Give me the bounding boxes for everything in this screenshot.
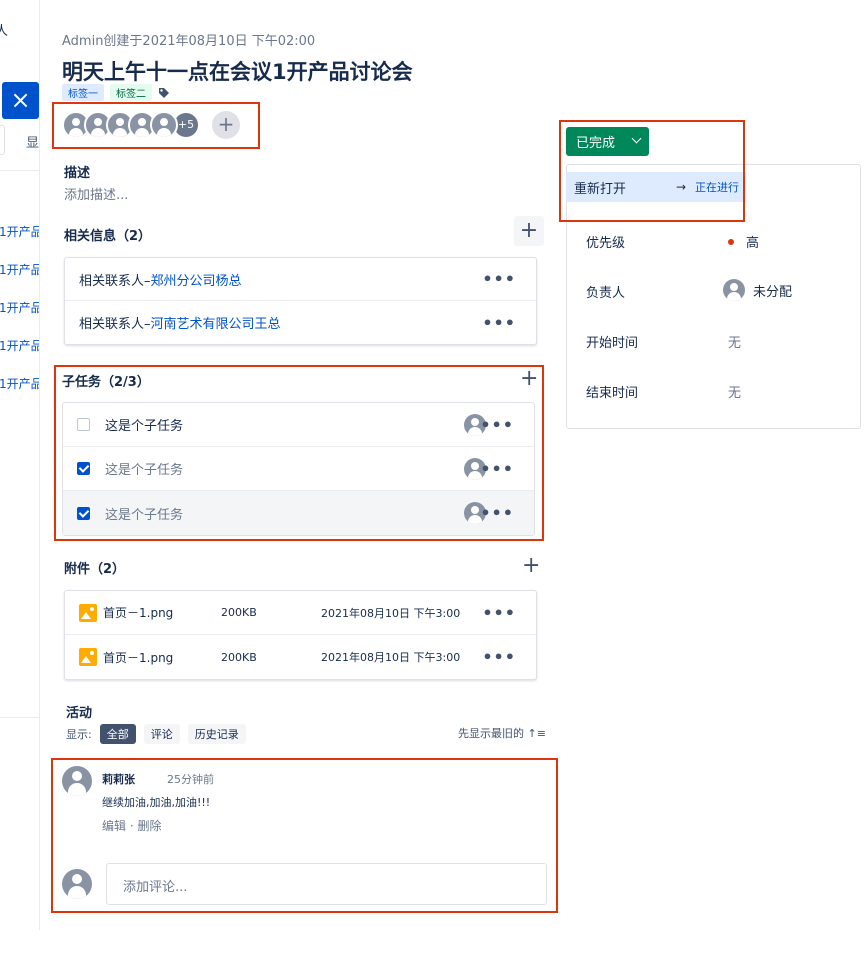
- more-icon[interactable]: •••: [480, 504, 514, 523]
- attachments-label: 附件（2）: [64, 562, 126, 577]
- subtask-text: 这是个子任务: [105, 419, 184, 434]
- background-row[interactable]: 1开产品: [0, 375, 39, 392]
- subtask-row[interactable]: 这是个子任务 •••: [63, 447, 534, 491]
- background-row[interactable]: 1开产品: [0, 337, 39, 354]
- comment-body: 继续加油,加油,加油!!!: [102, 796, 211, 809]
- avatar: [723, 279, 745, 301]
- more-icon[interactable]: •••: [482, 648, 516, 667]
- subtask-row[interactable]: 这是个子任务 •••: [63, 491, 534, 535]
- attachment-size: 200KB: [221, 606, 257, 619]
- divider: [0, 717, 39, 718]
- priority-value: 高: [746, 236, 760, 251]
- description-field[interactable]: 添加描述...: [64, 184, 128, 203]
- tag-icon[interactable]: [158, 87, 170, 99]
- priority-field[interactable]: 高: [728, 232, 759, 251]
- attachment-date: 2021年08月10日 下午3:00: [321, 606, 461, 620]
- related-prefix: 相关联系人–: [79, 273, 151, 289]
- background-input[interactable]: [0, 125, 5, 155]
- show-label: 显示:: [66, 728, 92, 741]
- attachment-name[interactable]: 首页－1.png: [103, 649, 221, 666]
- end-time-label: 结束时间: [586, 386, 639, 401]
- assignee-value: 未分配: [753, 284, 793, 300]
- divider: [0, 170, 39, 171]
- add-related-button[interactable]: +: [514, 216, 544, 246]
- comment-actions[interactable]: 编辑 · 删除: [102, 817, 161, 834]
- subtask-checkbox[interactable]: [77, 462, 90, 475]
- activity-label: 活动: [66, 706, 93, 721]
- end-time-value[interactable]: 无: [728, 382, 741, 401]
- priority-high-icon: [728, 238, 734, 245]
- related-link[interactable]: 郑州分公司杨总: [151, 270, 242, 289]
- add-subtask-button[interactable]: +: [520, 368, 538, 390]
- sort-button[interactable]: 先显示最旧的 ↑≡: [458, 725, 546, 741]
- description-label: 描述: [64, 166, 91, 181]
- background-row[interactable]: 1开产品: [0, 299, 39, 316]
- filter-history-button[interactable]: 历史记录: [187, 724, 246, 744]
- task-detail-panel: Admin创建于2021年08月10日 下午02:00 明天上午十一点在会议1开…: [40, 0, 865, 959]
- background-show-label: 显: [26, 136, 40, 151]
- background-row[interactable]: 1开产品: [0, 261, 39, 278]
- highlight-box: [559, 120, 745, 222]
- subtask-checkbox[interactable]: [77, 506, 90, 520]
- tag-list: 标签一 标签二: [62, 84, 170, 101]
- close-button[interactable]: ×: [2, 82, 39, 119]
- background-panel: 系人 × 显 1开产品 1开产品 1开产品 1开产品 1开产品: [0, 0, 40, 930]
- attachment-row[interactable]: 首页－1.png 200KB 2021年08月10日 下午3:00 •••: [65, 635, 536, 679]
- avatar: [62, 869, 92, 899]
- subtasks-label: 子任务（2/3）: [62, 375, 150, 390]
- tag[interactable]: 标签一: [62, 84, 104, 101]
- filter-comments-button[interactable]: 评论: [143, 724, 180, 744]
- more-icon[interactable]: •••: [482, 603, 516, 622]
- more-icon[interactable]: •••: [480, 415, 514, 434]
- comment-input[interactable]: 添加评论...: [106, 863, 547, 905]
- avatar[interactable]: [62, 766, 92, 796]
- comment-time: 25分钟前: [167, 773, 214, 786]
- attachment-size: 200KB: [221, 650, 257, 664]
- related-link[interactable]: 河南艺术有限公司王总: [151, 313, 281, 332]
- related-info-label: 相关信息（2）: [64, 229, 152, 244]
- subtask-list: 这是个子任务 ••• 这是个子任务 ••• 这是个子任务 •••: [62, 402, 535, 536]
- subtask-text: 这是个子任务: [105, 463, 184, 478]
- assignee-label: 负责人: [586, 286, 626, 301]
- subtask-row[interactable]: 这是个子任务 •••: [63, 403, 534, 447]
- filter-all-button[interactable]: 全部: [99, 724, 136, 744]
- attachment-date: 2021年08月10日 下午3:00: [321, 651, 461, 664]
- start-time-label: 开始时间: [586, 336, 639, 351]
- comment-author: 莉莉张: [102, 773, 135, 786]
- highlight-box: [52, 102, 260, 149]
- priority-label: 优先级: [586, 236, 626, 251]
- background-row[interactable]: 1开产品: [0, 223, 39, 240]
- more-icon[interactable]: •••: [480, 459, 514, 478]
- add-attachment-button[interactable]: +: [522, 555, 540, 577]
- start-time-value[interactable]: 无: [728, 332, 741, 351]
- related-prefix: 相关联系人–: [79, 317, 151, 332]
- subtask-text: 这是个子任务: [105, 507, 184, 523]
- image-file-icon: [79, 648, 97, 666]
- tag[interactable]: 标签二: [110, 84, 152, 101]
- more-icon[interactable]: •••: [482, 313, 516, 332]
- more-icon[interactable]: •••: [482, 270, 516, 289]
- background-title: 系人: [0, 20, 8, 39]
- page-title: 明天上午十一点在会议1开产品讨论会: [62, 60, 413, 84]
- assignee-field[interactable]: 未分配: [723, 279, 792, 301]
- list-item[interactable]: 相关联系人– 河南艺术有限公司王总 •••: [65, 301, 536, 344]
- related-list: 相关联系人– 郑州分公司杨总 ••• 相关联系人– 河南艺术有限公司王总 •••: [64, 257, 537, 345]
- attachment-row[interactable]: 首页－1.png 200KB 2021年08月10日 下午3:00 •••: [65, 591, 536, 635]
- subtask-checkbox[interactable]: [77, 418, 90, 431]
- image-file-icon: [79, 603, 97, 622]
- created-meta: Admin创建于2021年08月10日 下午02:00: [62, 34, 316, 49]
- attachment-name[interactable]: 首页－1.png: [103, 604, 221, 621]
- activity-filter-bar: 显示: 全部 评论 历史记录: [66, 724, 246, 744]
- attachment-list: 首页－1.png 200KB 2021年08月10日 下午3:00 ••• 首页…: [64, 590, 537, 680]
- list-item[interactable]: 相关联系人– 郑州分公司杨总 •••: [65, 258, 536, 301]
